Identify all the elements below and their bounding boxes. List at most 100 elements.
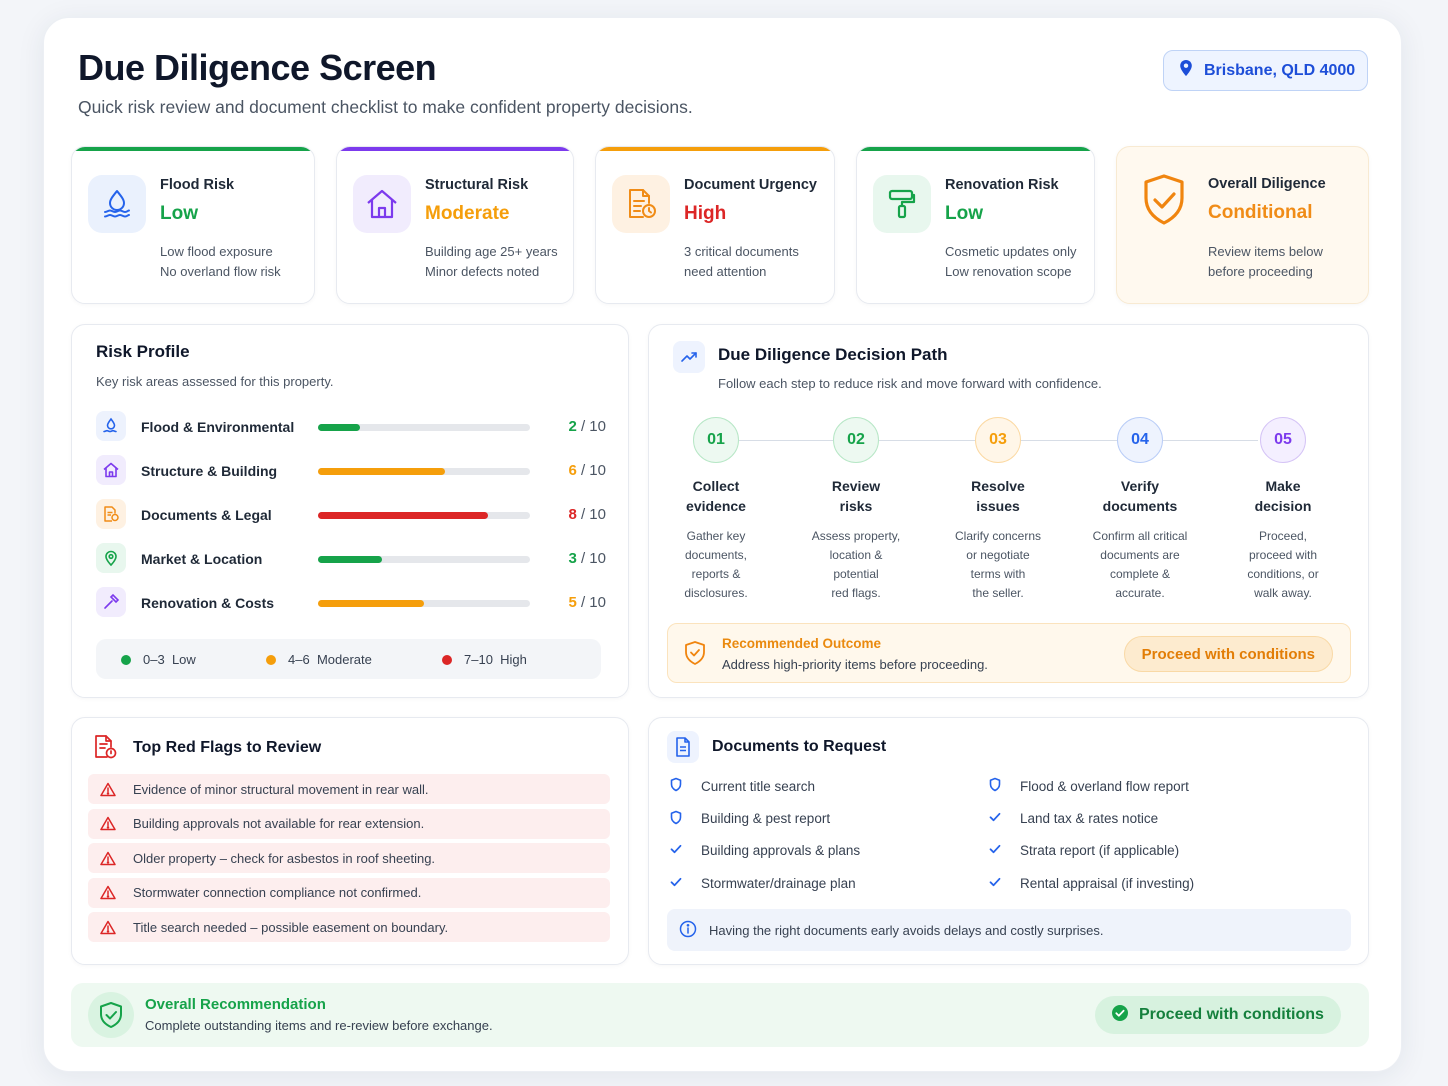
step-desc: Proceed, proceed with conditions, or walk a… <box>1223 527 1343 603</box>
step-03[interactable]: 03 Resolve issues Clarify concerns or nego… <box>938 417 1058 603</box>
map-pin-icon <box>96 543 126 573</box>
document-clock-icon <box>612 175 670 233</box>
step-title: Verify documents <box>1102 478 1178 514</box>
step-number-circle: 01 <box>693 417 739 463</box>
red-flags-title: Top Red Flags to Review <box>133 739 322 756</box>
card-value: Low <box>945 203 983 224</box>
step-desc-line: walk away. <box>1254 586 1312 600</box>
step-desc-line: terms with <box>970 567 1026 581</box>
risk-bar-track <box>318 468 530 475</box>
button-label: Proceed with conditions <box>1139 1006 1324 1023</box>
document-item[interactable]: Stormwater/drainage plan <box>669 875 856 892</box>
step-01[interactable]: 01 Collect evidence Gather key documents, r… <box>656 417 776 603</box>
card-value: Moderate <box>425 203 510 224</box>
page-subtitle: Quick risk review and document checklist… <box>78 97 693 117</box>
risk-row-renovation[interactable]: Renovation & Costs 5 / 10 <box>96 587 606 619</box>
document-item[interactable]: Current title search <box>669 777 815 795</box>
proceed-with-conditions-button[interactable]: Proceed with conditions <box>1095 996 1341 1034</box>
risk-profile-subtitle: Key risk areas assessed for this propert… <box>96 374 334 389</box>
step-desc-line: proceed with <box>1248 548 1318 562</box>
card-label: Structural Risk <box>425 177 529 193</box>
renovation-risk-card[interactable]: Renovation Risk Low Cosmetic updates onl… <box>856 146 1095 304</box>
card-accent-bar <box>72 147 314 151</box>
red-flag-item[interactable]: Stormwater connection compliance not con… <box>88 877 610 908</box>
card-label: Renovation Risk <box>945 177 1059 193</box>
step-02[interactable]: 02 Review risks Assess property, location … <box>796 417 916 603</box>
check-icon <box>988 810 1002 827</box>
step-number-circle: 05 <box>1260 417 1306 463</box>
warning-icon <box>98 816 118 831</box>
red-flag-text: Title search needed – possible easement … <box>133 919 449 935</box>
card-desc-line-1: Low flood exposure <box>160 244 273 259</box>
step-desc-line: red flags. <box>831 586 881 600</box>
risk-row-documents[interactable]: Documents & Legal 8 / 10 <box>96 499 606 531</box>
risk-row-label: Renovation & Costs <box>141 595 275 611</box>
step-number-circle: 04 <box>1117 417 1163 463</box>
card-value: Low <box>160 203 198 224</box>
card-accent-bar <box>596 147 834 151</box>
document-item[interactable]: Flood & overland flow report <box>988 777 1189 795</box>
card-desc-line-1: Building age 25+ years <box>425 244 558 259</box>
location-badge[interactable]: Brisbane, QLD 4000 <box>1163 50 1368 91</box>
flood-risk-card[interactable]: Flood Risk Low Low flood exposure No ove… <box>71 146 315 304</box>
risk-row-structure[interactable]: Structure & Building 6 / 10 <box>96 455 606 487</box>
legend-moderate: 4–6 Moderate <box>266 652 372 667</box>
risk-bar-fill <box>318 556 382 563</box>
info-icon <box>679 920 697 941</box>
risk-bar-fill <box>318 424 361 431</box>
red-flag-item[interactable]: Older property – check for asbestos in r… <box>88 843 610 873</box>
structural-risk-card[interactable]: Structural Risk Moderate Building age 25… <box>336 146 574 304</box>
legend-dot <box>121 654 131 665</box>
step-title: Collect evidence <box>686 478 746 514</box>
card-desc-line-2: need attention <box>684 264 767 279</box>
step-desc-line: Clarify concerns <box>954 529 1042 543</box>
red-flag-text: Older property – check for asbestos in r… <box>133 850 436 866</box>
step-04[interactable]: 04 Verify documents Confirm all critical d… <box>1080 417 1200 603</box>
red-flag-text: Evidence of minor structural movement in… <box>133 781 429 797</box>
check-icon <box>669 875 683 892</box>
risk-bar-track <box>318 512 530 519</box>
risk-score: 2 / 10 <box>568 418 606 435</box>
risk-bar-track <box>318 424 530 431</box>
risk-score: 5 / 10 <box>568 594 606 611</box>
overall-diligence-card[interactable]: Overall Diligence Conditional Review ite… <box>1116 146 1369 304</box>
risk-row-flood[interactable]: Flood & Environmental 2 / 10 <box>96 411 606 443</box>
step-desc: Clarify concerns or negotiate terms with th… <box>938 527 1058 603</box>
document-label: Building & pest report <box>701 811 831 826</box>
document-item[interactable]: Building & pest report <box>669 810 830 828</box>
card-label: Document Urgency <box>684 177 817 193</box>
risk-row-label: Structure & Building <box>141 463 278 479</box>
trend-up-icon <box>673 341 705 373</box>
decision-path-title: Due Diligence Decision Path <box>718 345 948 364</box>
document-label: Rental appraisal (if investing) <box>1020 875 1195 891</box>
red-flag-item[interactable]: Evidence of minor structural movement in… <box>88 774 610 804</box>
document-urgency-card[interactable]: Document Urgency High 3 critical documen… <box>595 146 835 304</box>
document-item[interactable]: Strata report (if applicable) <box>988 842 1179 859</box>
step-desc-line: reports & <box>691 567 741 581</box>
red-flag-item[interactable]: Building approvals not available for rea… <box>88 808 610 839</box>
step-desc-line: documents are <box>1100 548 1180 562</box>
shield-outline-icon <box>988 777 1002 795</box>
red-flag-item[interactable]: Title search needed – possible easement … <box>88 912 610 942</box>
shield-check-icon <box>1135 171 1193 229</box>
risk-row-market[interactable]: Market & Location 3 / 10 <box>96 543 606 575</box>
document-item[interactable]: Rental appraisal (if investing) <box>988 875 1194 892</box>
house-icon <box>353 175 411 233</box>
document-label: Flood & overland flow report <box>1020 778 1189 794</box>
check-icon <box>988 842 1002 859</box>
risk-bar-fill <box>318 468 446 475</box>
proceed-with-conditions-button[interactable]: Proceed with conditions <box>1123 636 1333 672</box>
document-item[interactable]: Building approvals & plans <box>669 842 860 859</box>
document-alert-icon <box>92 733 118 766</box>
documents-tip: Having the right documents early avoids … <box>667 909 1351 951</box>
risk-bar-fill <box>318 600 424 607</box>
document-label: Building approvals & plans <box>701 843 861 858</box>
document-item[interactable]: Land tax & rates notice <box>988 810 1158 827</box>
water-drop-icon <box>96 411 126 441</box>
legend-dot <box>266 654 276 665</box>
step-number-circle: 03 <box>975 417 1021 463</box>
step-05[interactable]: 05 Make decision Proceed, proceed with cond… <box>1223 417 1343 603</box>
document-clock-icon <box>96 499 126 529</box>
step-desc-line: Gather key <box>686 529 746 543</box>
step-desc-line: conditions, or <box>1247 567 1319 581</box>
